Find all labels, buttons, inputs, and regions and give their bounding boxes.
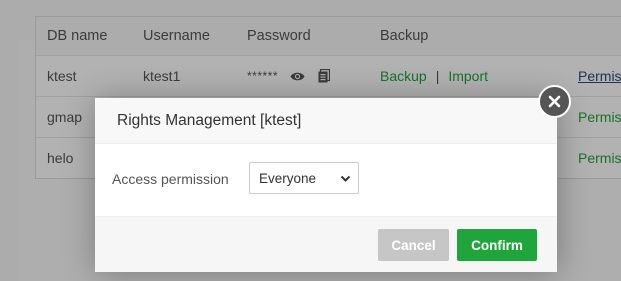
dialog-title: Rights Management [ktest] <box>117 112 302 129</box>
close-button[interactable] <box>538 85 571 118</box>
close-icon <box>548 95 561 108</box>
chevron-down-icon <box>340 172 351 187</box>
confirm-button[interactable]: Confirm <box>457 229 537 261</box>
dialog-body: Access permission Everyone <box>95 144 557 216</box>
access-permission-value: Everyone <box>259 170 317 186</box>
access-permission-select[interactable]: Everyone <box>249 162 359 194</box>
dialog-footer: Cancel Confirm <box>95 216 557 272</box>
access-permission-label: Access permission <box>112 171 229 187</box>
rights-management-dialog: Rights Management [ktest] Access permiss… <box>95 98 557 272</box>
cancel-button[interactable]: Cancel <box>378 229 449 261</box>
dialog-title-bar: Rights Management [ktest] <box>95 98 557 144</box>
